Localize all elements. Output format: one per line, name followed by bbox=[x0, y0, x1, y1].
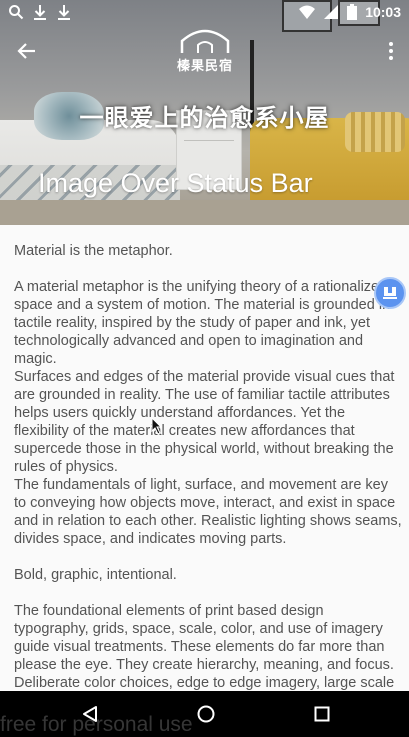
paragraph: Bold, graphic, intentional. bbox=[14, 567, 177, 583]
nav-recents-button[interactable] bbox=[292, 691, 352, 737]
hero-nightstand-drawer bbox=[184, 140, 234, 141]
download-icon bbox=[32, 4, 48, 20]
back-button[interactable] bbox=[10, 34, 44, 68]
download-icon bbox=[56, 4, 72, 20]
download-icon bbox=[383, 287, 397, 299]
brand-logo: 榛果民宿 bbox=[172, 25, 238, 73]
nav-home-icon bbox=[197, 705, 215, 723]
hero-slogan: 一眼爱上的治愈系小屋 bbox=[79, 105, 330, 132]
arrow-back-icon bbox=[17, 43, 35, 59]
more-options-button[interactable] bbox=[379, 34, 403, 68]
logo-text: 榛果民宿 bbox=[176, 58, 233, 73]
article-body: Material is the metaphor. A material met… bbox=[14, 242, 402, 728]
page-title: Image Over Status Bar bbox=[38, 168, 313, 198]
hero-floor bbox=[0, 200, 409, 225]
nav-recents-icon bbox=[314, 706, 330, 722]
download-fab[interactable] bbox=[374, 277, 406, 309]
wifi-icon bbox=[299, 4, 316, 20]
paragraph: Material is the metaphor. bbox=[14, 243, 173, 259]
house-logo-icon bbox=[180, 29, 230, 53]
status-time: 10:03 bbox=[365, 4, 401, 20]
more-vert-icon bbox=[389, 42, 393, 60]
battery-icon bbox=[347, 4, 358, 20]
mouse-cursor-icon bbox=[151, 417, 163, 435]
paragraph: A material metaphor is the unifying theo… bbox=[14, 279, 402, 547]
search-icon bbox=[8, 4, 24, 20]
signal-icon bbox=[323, 4, 339, 20]
status-bar: 10:03 bbox=[0, 0, 409, 24]
watermark-text: free for personal use bbox=[0, 713, 193, 736]
